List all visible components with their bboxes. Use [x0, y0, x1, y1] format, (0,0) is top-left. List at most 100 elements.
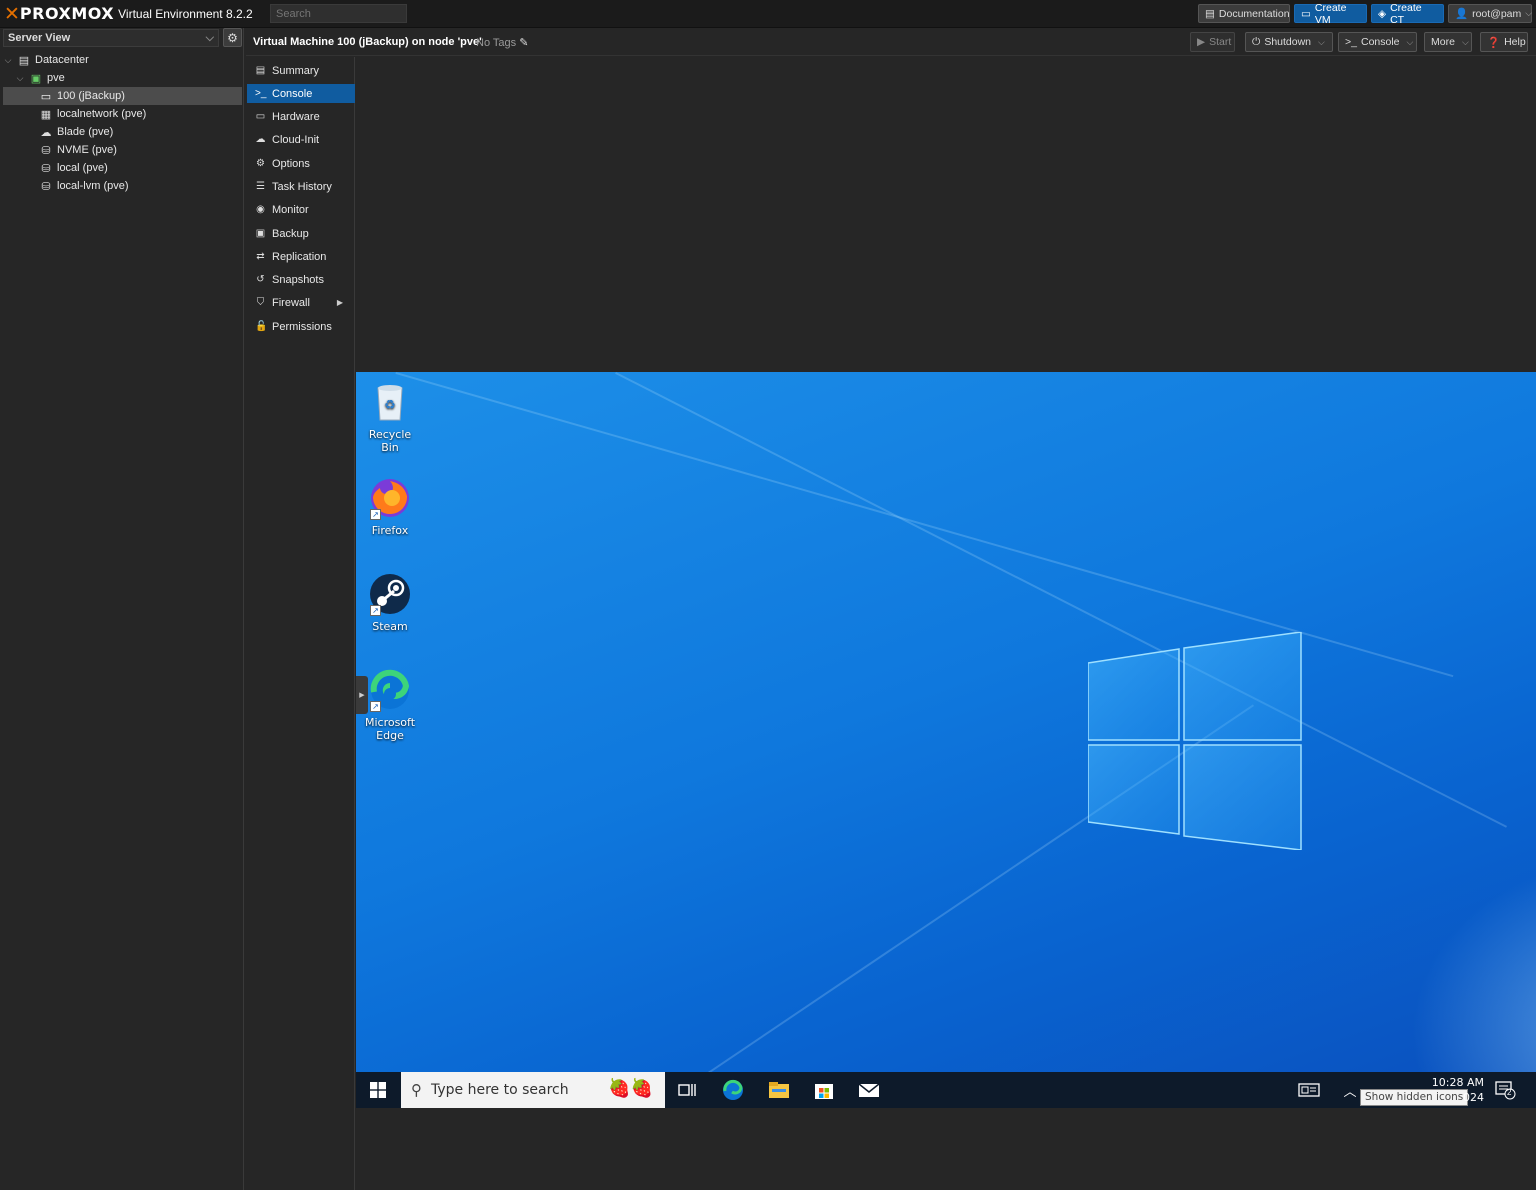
start-button[interactable]	[356, 1072, 400, 1108]
network-grid-icon: ▦	[40, 108, 52, 121]
recycle-bin-icon: ♻	[368, 380, 412, 424]
gear-icon: ⚙	[256, 158, 265, 169]
cube-icon: ◈	[1378, 7, 1387, 20]
news-widget-icon[interactable]	[1298, 1080, 1320, 1100]
menu-permissions[interactable]: 🔓 Permissions	[247, 317, 355, 336]
chevron-down-icon[interactable]: ⌵	[1407, 37, 1414, 48]
taskbar-clock[interactable]: 10:28 AM 024	[1430, 1075, 1484, 1105]
tree-item-blade[interactable]: ☁ Blade (pve)	[3, 123, 242, 141]
page-title: Virtual Machine 100 (jBackup) on node 'p…	[253, 36, 482, 48]
server-rack-icon: ▤	[18, 54, 30, 67]
light-beam	[615, 372, 1508, 828]
menu-console[interactable]: >_ Console	[247, 84, 355, 103]
edge-taskbar-icon[interactable]	[722, 1079, 744, 1100]
menu-snapshots[interactable]: ↺ Snapshots	[247, 270, 355, 289]
console-sidebar-toggle[interactable]: ▶	[356, 676, 368, 714]
cloud-storage-icon: ☁	[40, 126, 52, 139]
collapse-icon[interactable]: ⌵	[15, 73, 25, 84]
proxmox-logo[interactable]: ✕ PROXMOX Virtual Environment 8.2.2	[4, 4, 253, 24]
menu-summary[interactable]: ▤ Summary	[247, 61, 355, 80]
shortcut-arrow-icon: ↗	[370, 701, 381, 712]
view-selector[interactable]: Server View ⌵	[3, 29, 219, 47]
node-online-icon: ▣	[30, 72, 42, 85]
power-icon: ⏻	[1252, 35, 1261, 48]
more-button[interactable]: More ⌵	[1424, 32, 1472, 52]
tags-editor[interactable]: No Tags ✎	[476, 36, 528, 49]
menu-replication[interactable]: ⇄ Replication	[247, 247, 355, 266]
vm-running-icon: ▭	[40, 90, 52, 103]
tree-item-localnetwork[interactable]: ▦ localnetwork (pve)	[3, 105, 242, 123]
menu-firewall[interactable]: ⛉ Firewall ▶	[247, 293, 355, 312]
tree-item-datacenter[interactable]: ⌵ ▤ Datacenter	[3, 51, 242, 69]
floppy-icon: ▣	[255, 228, 266, 239]
clock-time: 10:28 AM	[1431, 1076, 1484, 1089]
shortcut-arrow-icon: ↗	[370, 509, 381, 520]
microsoft-store-icon[interactable]	[813, 1080, 835, 1100]
monitor-icon: ▭	[255, 111, 266, 122]
windows-logo	[1088, 632, 1302, 850]
shortcut-arrow-icon: ↗	[370, 605, 381, 616]
monitor-icon: ▭	[1301, 7, 1311, 20]
desktop-icon-recycle-bin[interactable]: ♻ Recycle Bin	[360, 380, 420, 454]
notification-center-icon[interactable]: 2	[1494, 1080, 1516, 1100]
database-icon: ⛁	[41, 180, 51, 193]
chevron-right-icon[interactable]: ▶	[337, 298, 343, 307]
play-icon: ▶	[1197, 36, 1206, 48]
vm-display[interactable]: ♻ Recycle Bin ↗ Firefox ↗ Steam ↗ Micros…	[356, 372, 1536, 1108]
user-icon: 👤	[1455, 8, 1469, 20]
desktop-icon-steam[interactable]: ↗ Steam	[360, 572, 420, 633]
create-vm-button[interactable]: ▭ Create VM	[1294, 2, 1367, 26]
firefox-icon: ↗	[368, 476, 412, 520]
start-button[interactable]: ▶ Start	[1190, 32, 1235, 52]
retweet-icon: ⇄	[256, 251, 265, 262]
desktop-icon-edge[interactable]: ↗ Microsoft Edge	[360, 668, 420, 742]
version-label: Virtual Environment 8.2.2	[118, 7, 253, 21]
menu-monitor[interactable]: ◉ Monitor	[247, 200, 355, 219]
gear-icon[interactable]: ⚙	[223, 28, 242, 47]
desktop-icon-firefox[interactable]: ↗ Firefox	[360, 476, 420, 537]
chevron-down-icon: ⌵	[1461, 36, 1469, 47]
create-ct-button[interactable]: ◈ Create CT	[1371, 2, 1444, 26]
list-icon: ☰	[256, 181, 265, 192]
help-icon: ❓	[1487, 36, 1501, 49]
collapse-icon[interactable]: ⌵	[3, 55, 13, 66]
content-header: Virtual Machine 100 (jBackup) on node 'p…	[246, 28, 1536, 56]
shutdown-button[interactable]: ⏻ Shutdown ⌵	[1245, 32, 1333, 52]
taskbar-search-box[interactable]: ⚲ Type here to search 🍓🍓	[401, 1072, 665, 1108]
search-icon: ⚲	[411, 1081, 422, 1099]
tree-item-local-lvm[interactable]: ⛁ local-lvm (pve)	[3, 177, 242, 195]
edge-icon: ↗	[368, 668, 412, 712]
search-input[interactable]	[270, 4, 407, 23]
tree-item-local[interactable]: ⛁ local (pve)	[3, 159, 242, 177]
help-button[interactable]: ❓ Help	[1480, 32, 1528, 52]
notification-count-badge: 2	[1507, 1088, 1512, 1097]
mail-icon[interactable]	[858, 1080, 880, 1100]
book-icon: ▤	[255, 65, 266, 76]
task-view-icon[interactable]	[676, 1080, 698, 1100]
book-icon: ▤	[1205, 7, 1215, 20]
chevron-down-icon: ⌵	[205, 32, 214, 44]
menu-options[interactable]: ⚙ Options	[247, 154, 355, 173]
tree-item-pve[interactable]: ⌵ ▣ pve	[3, 69, 242, 87]
chevron-up-icon[interactable]: ︿	[1339, 1080, 1361, 1100]
terminal-icon: >_	[255, 88, 267, 99]
file-explorer-icon[interactable]	[768, 1080, 790, 1100]
menu-hardware[interactable]: ▭ Hardware	[247, 107, 355, 126]
database-icon: ⛁	[41, 144, 51, 157]
console-button[interactable]: >_ Console ⌵	[1338, 32, 1417, 52]
menu-task-history[interactable]: ☰ Task History	[247, 177, 355, 196]
pencil-icon[interactable]: ✎	[519, 37, 528, 49]
chevron-down-icon[interactable]: ⌵	[1318, 37, 1325, 48]
documentation-button[interactable]: ▤ Documentation	[1198, 4, 1290, 23]
user-menu-button[interactable]: 👤 root@pam ⌵	[1448, 4, 1532, 23]
clock-date: 024	[1463, 1091, 1484, 1104]
tree-item-nvme[interactable]: ⛁ NVME (pve)	[3, 141, 242, 159]
logo-text: PROXMOX	[19, 4, 115, 23]
steam-icon: ↗	[368, 572, 412, 616]
windows-start-icon	[370, 1082, 386, 1098]
menu-backup[interactable]: ▣ Backup	[247, 224, 355, 243]
menu-cloud-init[interactable]: ☁ Cloud-Init	[247, 130, 355, 149]
svg-text:♻: ♻	[384, 398, 396, 413]
terminal-icon: >_	[1345, 36, 1357, 48]
tree-item-vm-100[interactable]: ▭ 100 (jBackup)	[3, 87, 242, 105]
